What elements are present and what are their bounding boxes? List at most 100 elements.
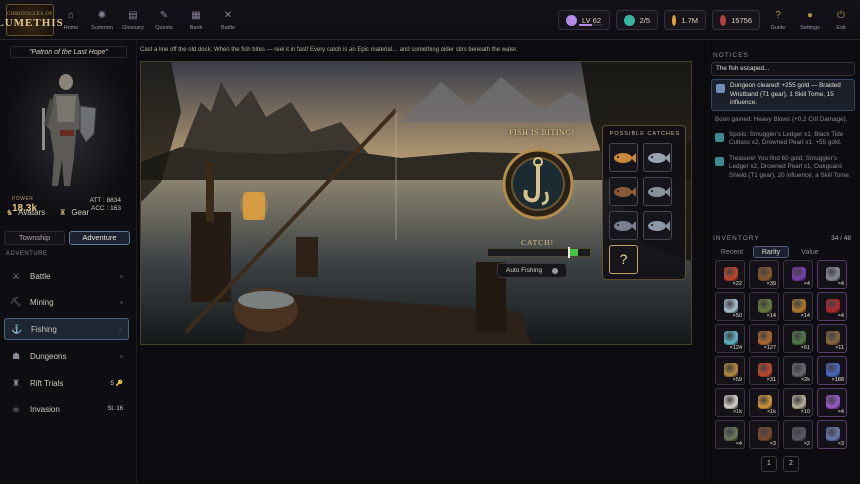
util-guide[interactable]: ? Guide	[766, 0, 790, 40]
possible-catches-panel: POSSIBLE CATCHES ?	[602, 125, 686, 280]
item-quantity: ×1k	[766, 409, 776, 415]
status-dot	[119, 327, 122, 331]
inventory-slot[interactable]: ×50	[715, 292, 745, 321]
inventory-slot[interactable]: ×14	[783, 292, 813, 321]
inventory-slot[interactable]: ×4	[817, 388, 847, 417]
inventory-slot[interactable]: ×59	[715, 356, 745, 385]
sidebar-item-mining[interactable]: ⛏ Mining	[4, 291, 129, 313]
inventory-slot[interactable]: ×22	[715, 260, 745, 289]
inventory-tab-rarity[interactable]: Rarity	[753, 246, 789, 258]
item-icon	[758, 299, 772, 313]
nav-home[interactable]: ⌂ Home	[59, 0, 83, 40]
page-2-button[interactable]: 2	[783, 456, 799, 472]
inventory-slot[interactable]: ×11	[817, 324, 847, 353]
possible-catch-slot[interactable]	[643, 177, 672, 206]
inventory-slot[interactable]: ×4	[817, 292, 847, 321]
auto-fishing-toggle[interactable]: Auto Fishing	[497, 263, 567, 278]
possible-catch-slot[interactable]	[609, 177, 638, 206]
inventory-slot[interactable]: ×31	[749, 356, 779, 385]
nav-bank[interactable]: ▦ Bank	[184, 0, 208, 40]
inventory-slot[interactable]: ×4	[817, 260, 847, 289]
util-exit[interactable]: ⏻ Exit	[829, 0, 853, 40]
item-quantity: ×124	[729, 345, 742, 351]
inventory-slot[interactable]: ×2	[783, 420, 813, 449]
catch-meter[interactable]	[487, 247, 591, 258]
nav-battle[interactable]: ✕ Battle	[216, 0, 240, 40]
inventory-slot[interactable]: ×10	[783, 388, 813, 417]
item-icon	[792, 331, 806, 345]
power-label: POWER	[12, 196, 34, 202]
notice-item: Boon gained: Heavy Blows (+0.2 Crit Dama…	[711, 114, 855, 126]
game-logo[interactable]: CHRONICLES OF LUMETHIS	[0, 4, 63, 36]
notices-list[interactable]: The fish escaped... Dungeon cleared! +255…	[711, 62, 855, 212]
gems-counter[interactable]: 15756	[712, 10, 760, 30]
nav-summon[interactable]: ✺ Summon	[90, 0, 114, 40]
page-1-button[interactable]: 1	[761, 456, 777, 472]
sidebar-item-fishing[interactable]: ⚓ Fishing	[4, 318, 129, 340]
gold-value: 1.7M	[681, 15, 698, 25]
util-settings[interactable]: ● Settings	[798, 0, 822, 40]
inventory-slot[interactable]: ×4	[783, 260, 813, 289]
inventory-slot[interactable]: ×127	[749, 324, 779, 353]
knight-avatar-icon	[42, 74, 97, 186]
possible-catch-slot[interactable]	[643, 143, 672, 172]
level-badge[interactable]: LV 62	[558, 10, 610, 30]
toggle-knob	[552, 268, 558, 274]
nav-glossary[interactable]: ▤ Glossary	[121, 0, 145, 40]
item-icon	[826, 395, 840, 409]
possible-catch-slot[interactable]	[643, 211, 672, 240]
inventory-slot[interactable]: ×188	[817, 356, 847, 385]
inventory-tab-recent[interactable]: Recent	[714, 246, 750, 258]
hook-lure-icon[interactable]	[502, 148, 574, 220]
sidebar-item-label: Invasion	[30, 404, 60, 414]
possible-catch-slot[interactable]	[609, 143, 638, 172]
township-toggle[interactable]: Township	[4, 231, 65, 245]
gear-tab[interactable]: ♜ Gear	[59, 208, 89, 217]
pickaxe-icon: ⛏	[10, 296, 22, 307]
sidebar-item-invasion[interactable]: ☠ Invasion St. 16	[4, 398, 129, 420]
inventory-slot[interactable]: ×3	[749, 420, 779, 449]
inventory-slot[interactable]: ×61	[783, 324, 813, 353]
unknown-catch-slot[interactable]: ?	[609, 245, 638, 274]
notice-text: The fish escaped...	[716, 65, 770, 72]
silver-fish-icon	[648, 153, 670, 163]
nav-quests[interactable]: ✎ Quests	[152, 0, 176, 40]
catch-label: CATCH!	[521, 238, 555, 247]
keys-counter[interactable]: 2/5	[616, 10, 658, 30]
sidebar-item-battle[interactable]: ⚔ Battle	[4, 265, 129, 287]
nav-label: Battle	[220, 24, 236, 31]
top-bar: CHRONICLES OF LUMETHIS ⌂ Home ✺ Summon ▤ Glos…	[0, 0, 860, 40]
inventory-slot[interactable]: ×4	[715, 420, 745, 449]
inventory-slot[interactable]: ×3	[817, 420, 847, 449]
shark-icon	[614, 221, 636, 231]
status-dot	[120, 274, 123, 278]
inventory-slot[interactable]: ×1k	[749, 388, 779, 417]
sidebar-item-rift-trials[interactable]: ♜ Rift Trials 5 🔑	[4, 372, 129, 394]
gems-value: 15756	[731, 15, 752, 25]
notice-text: Spoils: Smuggler's Ledger x1, Black Tide…	[729, 131, 844, 147]
fishing-scene[interactable]: FISH IS BITING! CATCH! Auto Fishing POSS…	[140, 61, 692, 345]
inventory-slot[interactable]: ×1k	[715, 388, 745, 417]
hero-portrait[interactable]: POWER 18.3k ATT : 8834 ACC : 163	[4, 60, 133, 220]
inventory-title: INVENTORY	[713, 235, 760, 242]
fishing-description: Cast a line off the old dock. When the f…	[140, 47, 518, 53]
gold-counter[interactable]: 1.7M	[664, 10, 706, 30]
notice-text: Treasure! You find 60 gold, Smuggler's L…	[729, 154, 851, 179]
inventory-slot[interactable]: ×39	[749, 260, 779, 289]
sidebar-item-dungeons[interactable]: ☗ Dungeons	[4, 345, 129, 367]
possible-catch-slot[interactable]	[609, 211, 638, 240]
inventory-tab-value[interactable]: Value	[792, 246, 828, 258]
adventure-toggle[interactable]: Adventure	[69, 231, 130, 245]
item-quantity: ×59	[732, 377, 742, 383]
eel-icon	[614, 187, 636, 197]
avatars-label: Avatars	[18, 208, 46, 217]
bank-icon: ▦	[191, 9, 201, 21]
dungeon-icon: ☗	[11, 350, 21, 361]
inventory-slot[interactable]: ×2k	[783, 356, 813, 385]
inventory-slot[interactable]: ×14	[749, 292, 779, 321]
item-quantity: ×4	[837, 281, 844, 287]
item-quantity: ×4	[735, 441, 742, 447]
inventory-slot[interactable]: ×124	[715, 324, 745, 353]
item-quantity: ×4	[837, 409, 844, 415]
avatars-tab[interactable]: ♞ Avatars	[6, 208, 45, 217]
